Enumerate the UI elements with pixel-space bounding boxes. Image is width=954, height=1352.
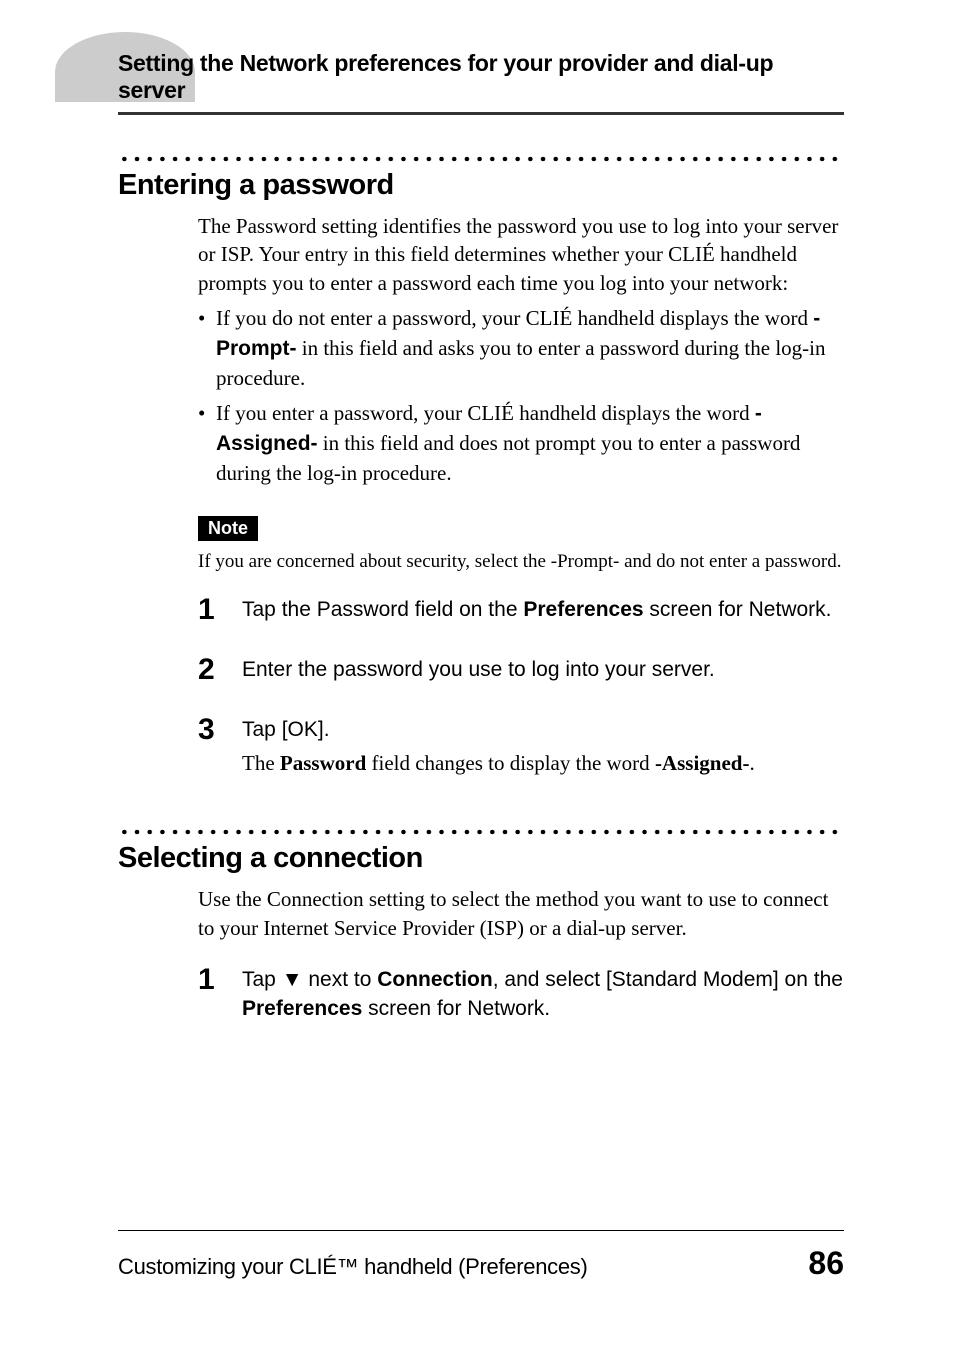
step: 1 Tap the Password field on the Preferen… <box>198 595 844 625</box>
step-text-pre: Tap <box>242 968 282 991</box>
step-number: 3 <box>198 715 220 745</box>
page-body: Entering a password The Password setting… <box>0 155 954 1024</box>
step-number: 1 <box>198 965 220 995</box>
step-text-pre: Tap the Password field on the <box>242 598 523 621</box>
section-heading-entering-password: Entering a password <box>118 169 844 202</box>
page-footer: Customizing your CLIÉ™ handheld (Prefere… <box>118 1230 844 1282</box>
footer-page-number: 86 <box>808 1245 844 1282</box>
sub-post: . <box>749 751 754 775</box>
step-body: Tap the Password field on the Preference… <box>242 595 844 624</box>
bullet-list: If you do not enter a password, your CLI… <box>198 304 844 488</box>
intro-paragraph: The Password setting identifies the pass… <box>198 212 844 299</box>
step: 1 Tap ▼ next to Connection, and select [… <box>198 965 844 1024</box>
bullet-item: If you do not enter a password, your CLI… <box>198 304 844 393</box>
step-text-post: screen for Network. <box>644 598 832 621</box>
bullet-text-pre: If you do not enter a password, your CLI… <box>216 306 813 330</box>
page-header: Setting the Network preferences for your… <box>0 0 954 115</box>
step: 3 Tap [OK]. The Password field changes t… <box>198 715 844 778</box>
bullet-text-pre: If you enter a password, your CLIÉ handh… <box>216 401 755 425</box>
sub-pre: The <box>242 751 280 775</box>
step-instruction: Enter the password you use to log into y… <box>242 655 844 684</box>
step-instruction: Tap ▼ next to Connection, and select [St… <box>242 965 844 1024</box>
step-sub-text: The Password field changes to display th… <box>242 749 844 778</box>
step-instruction: Tap the Password field on the Preference… <box>242 595 844 624</box>
step-text-bold: Preferences <box>242 997 362 1020</box>
footer-rule <box>118 1230 844 1231</box>
intro-paragraph: Use the Connection setting to select the… <box>198 885 844 943</box>
triangle-down-icon: ▼ <box>282 965 303 994</box>
step-body: Tap [OK]. The Password field changes to … <box>242 715 844 778</box>
dots-separator <box>118 155 844 163</box>
step-text-mid: next to <box>303 968 378 991</box>
bullet-text-post: in this field and asks you to enter a pa… <box>216 336 826 390</box>
page-header-title: Setting the Network preferences for your… <box>118 50 844 104</box>
header-rule <box>118 112 844 115</box>
footer-row: Customizing your CLIÉ™ handheld (Prefere… <box>118 1245 844 1282</box>
note-text: If you are concerned about security, sel… <box>198 551 844 573</box>
step-text-post: screen for Network. <box>362 997 550 1020</box>
note-label: Note <box>198 516 258 541</box>
step-text-bold: Preferences <box>523 598 643 621</box>
step-number: 1 <box>198 595 220 625</box>
step-number: 2 <box>198 655 220 685</box>
bullet-item: If you enter a password, your CLIÉ handh… <box>198 399 844 488</box>
step-body: Tap ▼ next to Connection, and select [St… <box>242 965 844 1024</box>
dots-separator <box>118 828 844 836</box>
section-heading-selecting-connection: Selecting a connection <box>118 842 844 875</box>
sub-bold: -Assigned- <box>655 751 750 775</box>
step-text-mid: , and select [Standard Modem] on the <box>493 968 843 991</box>
footer-text: Customizing your CLIÉ™ handheld (Prefere… <box>118 1254 588 1280</box>
sub-mid: field changes to display the word <box>366 751 655 775</box>
step-text-bold: Connection <box>377 968 493 991</box>
step: 2 Enter the password you use to log into… <box>198 655 844 685</box>
step-instruction: Tap [OK]. <box>242 715 844 744</box>
page: Setting the Network preferences for your… <box>0 0 954 1352</box>
step-body: Enter the password you use to log into y… <box>242 655 844 684</box>
sub-bold: Password <box>280 751 366 775</box>
